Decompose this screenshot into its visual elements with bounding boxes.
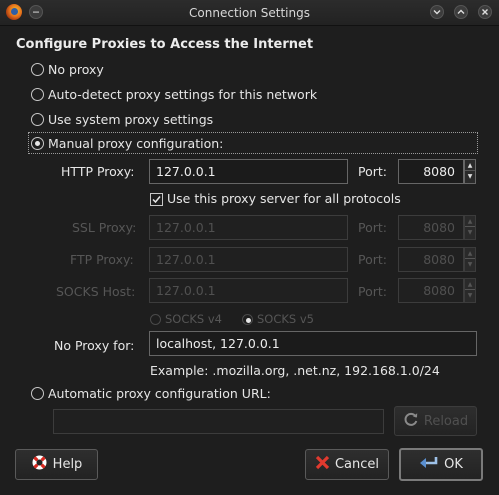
dialog-heading: Configure Proxies to Access the Internet <box>16 37 314 52</box>
maximize-button[interactable] <box>454 5 468 19</box>
auto-url-radio[interactable] <box>31 386 44 400</box>
system-proxy-option[interactable]: Use system proxy settings <box>31 110 213 128</box>
socks-port-stepper[interactable]: ▲ ▼ <box>464 278 476 303</box>
ssl-port-input[interactable]: 8080 <box>398 215 464 240</box>
help-button[interactable]: Help <box>15 449 98 480</box>
reload-button[interactable]: Reload <box>394 406 477 436</box>
http-proxy-label: HTTP Proxy: <box>61 164 135 179</box>
ftp-port-input[interactable]: 8080 <box>398 247 464 272</box>
arrow-up-icon[interactable]: ▲ <box>465 279 475 290</box>
socks-v5-label: SOCKS v5 <box>257 312 315 326</box>
auto-url-option[interactable]: Automatic proxy configuration URL: <box>31 384 271 402</box>
close-button[interactable] <box>478 5 492 19</box>
arrow-down-icon[interactable]: ▼ <box>465 227 475 238</box>
use-for-all-label: Use this proxy server for all protocols <box>167 191 401 206</box>
ssl-proxy-label: SSL Proxy: <box>72 220 137 235</box>
no-proxy-for-label: No Proxy for: <box>54 338 135 353</box>
socks-host-label: SOCKS Host: <box>56 284 136 299</box>
help-label: Help <box>52 457 83 472</box>
close-icon <box>482 9 488 15</box>
title-bar: Connection Settings <box>0 0 499 26</box>
system-proxy-label: Use system proxy settings <box>48 111 214 127</box>
lifebuoy-icon <box>31 454 48 475</box>
ok-button[interactable]: OK <box>399 448 483 481</box>
no-proxy-radio[interactable] <box>31 62 44 76</box>
http-proxy-input[interactable]: 127.0.0.1 <box>149 159 348 184</box>
ftp-port-label: Port: <box>358 252 387 267</box>
ok-label: OK <box>444 457 463 472</box>
http-port-input[interactable]: 8080 <box>398 159 464 184</box>
ssl-port-stepper[interactable]: ▲ ▼ <box>464 215 476 240</box>
checkmark-icon <box>152 196 161 204</box>
no-proxy-for-input[interactable]: localhost, 127.0.0.1 <box>149 331 477 356</box>
arrow-down-icon[interactable]: ▼ <box>465 259 475 270</box>
use-for-all-checkbox[interactable] <box>150 193 163 206</box>
auto-detect-label: Auto-detect proxy settings for this netw… <box>48 86 318 102</box>
auto-detect-option[interactable]: Auto-detect proxy settings for this netw… <box>31 85 317 103</box>
ftp-port-stepper[interactable]: ▲ ▼ <box>464 247 476 272</box>
manual-proxy-option[interactable]: Manual proxy configuration: <box>31 134 223 152</box>
no-proxy-option[interactable]: No proxy <box>31 60 104 78</box>
socks-v4-radio[interactable] <box>150 313 161 325</box>
ssl-proxy-input[interactable]: 127.0.0.1 <box>149 215 348 240</box>
arrow-up-icon[interactable]: ▲ <box>465 248 475 259</box>
arrow-up-icon[interactable]: ▲ <box>465 160 475 171</box>
arrow-up-icon[interactable]: ▲ <box>465 216 475 227</box>
auto-url-label: Automatic proxy configuration URL: <box>48 385 271 401</box>
cancel-button[interactable]: Cancel <box>305 449 389 480</box>
minimize-button[interactable] <box>430 5 444 19</box>
socks-host-input[interactable]: 127.0.0.1 <box>149 278 348 303</box>
chevron-down-icon <box>433 10 441 15</box>
manual-proxy-radio[interactable] <box>31 136 44 150</box>
reload-icon <box>403 411 419 431</box>
socks-port-input[interactable]: 8080 <box>398 278 464 303</box>
manual-proxy-label: Manual proxy configuration: <box>48 135 224 151</box>
ssl-port-label: Port: <box>358 220 387 235</box>
socks-v4-label: SOCKS v4 <box>165 312 223 326</box>
reload-label: Reload <box>423 413 469 429</box>
system-proxy-radio[interactable] <box>31 112 44 126</box>
chevron-up-icon <box>457 9 465 14</box>
enter-arrow-icon <box>419 456 439 474</box>
window-title: Connection Settings <box>189 6 310 20</box>
http-port-label: Port: <box>358 164 387 179</box>
cancel-icon <box>315 455 330 474</box>
arrow-down-icon[interactable]: ▼ <box>465 290 475 301</box>
ftp-proxy-input[interactable]: 127.0.0.1 <box>149 247 348 272</box>
arrow-down-icon[interactable]: ▼ <box>465 171 475 182</box>
ftp-proxy-label: FTP Proxy: <box>70 252 134 267</box>
cancel-label: Cancel <box>334 457 380 472</box>
auto-detect-radio[interactable] <box>31 87 44 101</box>
socks-v4-option[interactable]: SOCKS v4 <box>150 310 222 328</box>
http-port-stepper[interactable]: ▲ ▼ <box>464 159 476 184</box>
no-proxy-example: Example: .mozilla.org, .net.nz, 192.168.… <box>150 363 440 378</box>
auto-url-input[interactable] <box>53 409 384 434</box>
socks-port-label: Port: <box>358 284 387 299</box>
socks-v5-option[interactable]: SOCKS v5 <box>242 310 314 328</box>
socks-v5-radio[interactable] <box>242 313 253 325</box>
no-proxy-label: No proxy <box>48 61 104 77</box>
